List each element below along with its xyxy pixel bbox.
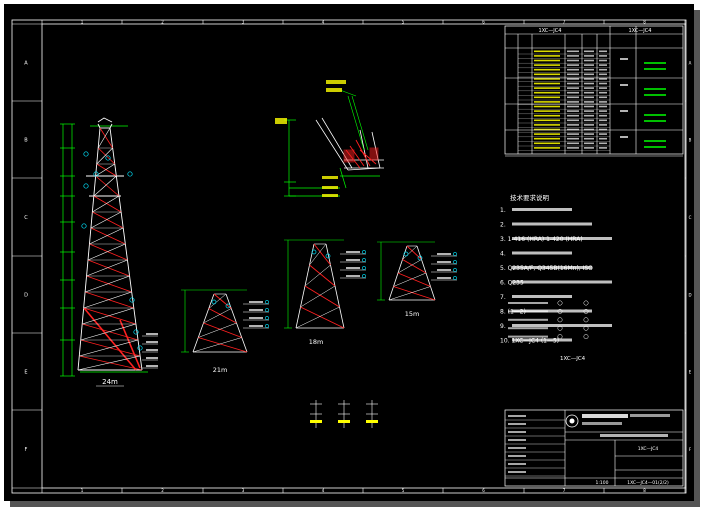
zone-number-top: 1 (81, 20, 84, 25)
zone-number-top: 7 (563, 20, 566, 25)
shadow-right (694, 10, 700, 507)
zone-letter-right: C (689, 215, 692, 220)
zone-letter-right: A (689, 61, 692, 66)
notes-title: 技术要求说明 (510, 193, 550, 202)
zone-letter-left: A (24, 61, 28, 67)
note-line: 9. (500, 323, 506, 330)
view4-caption: 15m (405, 310, 420, 318)
main-tower-caption: 24m (102, 378, 118, 386)
zone-number-bottom: 3 (242, 488, 245, 493)
note-line: 2. (500, 222, 506, 229)
note-extra: 1XC—JC4 (560, 356, 586, 362)
zone-letter-right: B (689, 138, 692, 143)
zone-number-top: 4 (322, 20, 325, 25)
zone-number-bottom: 6 (482, 488, 485, 493)
zone-letter-left: C (24, 215, 28, 221)
zone-letter-left: F (25, 447, 28, 453)
zone-number-bottom: 7 (563, 488, 566, 493)
note-line: 1. (500, 207, 506, 214)
table-header-right: 1XC—JC4 (629, 28, 652, 34)
zone-letter-left: D (24, 293, 28, 299)
zone-number-top: 2 (161, 20, 164, 25)
zone-number-top: 8 (643, 20, 646, 25)
zone-number-bottom: 5 (402, 488, 405, 493)
zone-number-top: 3 (242, 20, 245, 25)
drawing-name: 1XC—JC4 (638, 446, 659, 452)
table-header-left: 1XC—JC4 (539, 28, 562, 34)
zone-number-bottom: 8 (643, 488, 646, 493)
zone-number-bottom: 4 (322, 488, 325, 493)
company-logo-dot-icon (569, 418, 575, 424)
drawing-number: 1XC—JC4—01(2/2) (627, 480, 669, 486)
zone-number-top: 6 (482, 20, 485, 25)
zone-letter-left: B (24, 138, 28, 144)
zone-number-bottom: 2 (161, 488, 164, 493)
drawing-svg: 1122334455667788A AB BC CD DE EF F 24m 2… (4, 4, 700, 507)
shadow-bottom (10, 501, 700, 507)
zone-number-top: 5 (402, 20, 405, 25)
view2-caption: 21m (213, 366, 228, 374)
zone-letter-right: D (688, 293, 691, 298)
drawing-scale: 1:100 (596, 480, 609, 486)
zone-letter-left: E (24, 370, 27, 376)
zone-number-bottom: 1 (81, 488, 84, 493)
note-line: 7. (500, 294, 506, 301)
note-line: 4. (500, 251, 506, 258)
view3-caption: 18m (309, 338, 324, 346)
cad-drawing-canvas: 1122334455667788AABBCCDDEEFF 24m 21m 18m… (0, 0, 708, 515)
